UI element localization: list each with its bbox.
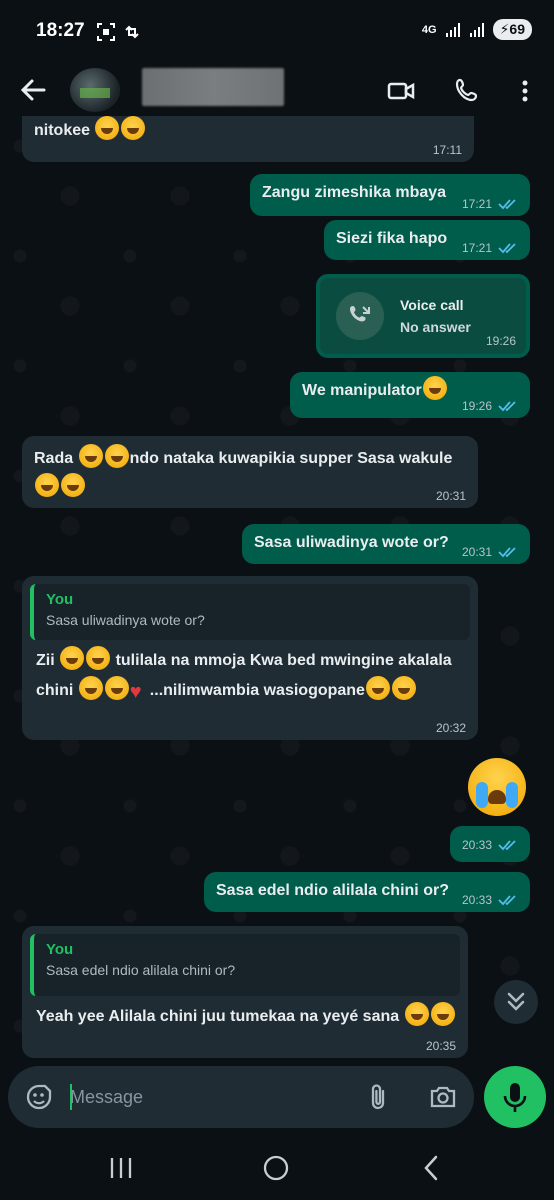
home-icon[interactable] xyxy=(262,1154,290,1182)
quote-author: You xyxy=(46,941,74,958)
loudly-crying-face-emoji[interactable] xyxy=(468,758,526,816)
voice-record-button[interactable] xyxy=(484,1066,546,1128)
read-ticks-icon xyxy=(498,199,516,210)
camera-icon[interactable] xyxy=(428,1082,458,1112)
laughing-emoji xyxy=(365,676,390,700)
screenshot-icon xyxy=(97,23,115,41)
laughing-emoji xyxy=(78,676,103,700)
message-outgoing-time[interactable]: 20:33 xyxy=(450,826,530,862)
status-notification-icons xyxy=(96,22,142,42)
sync-icon xyxy=(125,25,139,39)
message-text: ndo nataka kuwapikia supper Sasa wakule xyxy=(129,450,453,467)
laughing-emoji xyxy=(86,646,111,670)
message-text: We manipulator xyxy=(302,382,422,399)
message-outgoing[interactable]: Zangu zimeshika mbaya 17:21 xyxy=(250,174,530,216)
message-time: 20:33 xyxy=(461,893,492,907)
call-title: Voice call xyxy=(400,297,464,313)
message-text: Yeah yee Alilala chini juu tumekaa na ye… xyxy=(36,1008,400,1025)
missed-call-icon xyxy=(336,292,384,340)
message-text: chini xyxy=(36,682,74,699)
message-composer xyxy=(8,1066,474,1128)
laughing-emoji xyxy=(104,444,129,468)
message-outgoing[interactable]: Sasa edel ndio alilala chini or? 20:33 xyxy=(204,872,530,912)
quote-text: Sasa uliwadinya wote or? xyxy=(46,612,205,628)
double-chevron-down-icon xyxy=(507,992,525,1011)
message-text: Zii xyxy=(36,652,55,669)
laughing-emoji xyxy=(404,1002,429,1026)
message-time: 19:26 xyxy=(485,334,516,348)
microphone-icon xyxy=(503,1083,527,1112)
quote-author: You xyxy=(46,591,74,608)
message-outgoing[interactable]: Sasa uliwadinya wote or? 20:31 xyxy=(242,524,530,564)
attach-icon[interactable] xyxy=(364,1082,394,1112)
chat-area[interactable]: nitokee 17:11 Zangu zimeshika mbaya 17:2… xyxy=(0,116,554,1064)
broken-heart-emoji: ♥ xyxy=(129,681,142,703)
sticker-icon[interactable] xyxy=(24,1082,54,1112)
signal-icon xyxy=(469,22,484,37)
video-call-icon[interactable] xyxy=(386,76,416,106)
message-incoming[interactable]: nitokee 17:11 xyxy=(22,116,474,162)
message-outgoing-call[interactable]: Voice call No answer 19:26 xyxy=(316,274,530,358)
laughing-emoji xyxy=(104,676,129,700)
message-incoming-reply[interactable]: You Sasa edel ndio alilala chini or? Yea… xyxy=(22,926,468,1058)
message-outgoing[interactable]: Siezi fika hapo 17:21 xyxy=(324,220,530,260)
laughing-emoji xyxy=(35,473,59,497)
read-ticks-icon xyxy=(498,547,516,558)
contact-name-redacted[interactable] xyxy=(142,68,284,106)
message-input[interactable] xyxy=(70,1080,360,1114)
message-incoming[interactable]: Rada ndo nataka kuwapikia supper Sasa wa… xyxy=(22,436,478,508)
message-time: 17:21 xyxy=(461,197,492,211)
message-time: 20:33 xyxy=(461,838,492,852)
laughing-emoji xyxy=(95,116,120,140)
battery-level: 69 xyxy=(509,21,525,37)
network-type: 4G xyxy=(421,23,437,36)
message-text: tulilala na mmoja Kwa bed mwingine akala… xyxy=(115,652,452,669)
quoted-message[interactable]: You Sasa edel ndio alilala chini or? xyxy=(30,934,460,996)
message-time: 20:35 xyxy=(425,1039,456,1053)
laughing-emoji xyxy=(391,676,416,700)
more-vert-icon[interactable] xyxy=(510,76,540,106)
message-time: 19:26 xyxy=(461,399,492,413)
scroll-to-bottom-button[interactable] xyxy=(494,980,538,1024)
message-time: 17:11 xyxy=(432,143,462,157)
message-outgoing[interactable]: We manipulator 19:26 xyxy=(290,372,530,418)
message-time: 20:32 xyxy=(435,721,466,735)
message-text: ...nilimwambia wasiogopane xyxy=(149,682,365,699)
message-time: 17:21 xyxy=(461,241,492,255)
read-ticks-icon xyxy=(498,840,516,851)
read-ticks-icon xyxy=(498,243,516,254)
voice-call-card[interactable]: Voice call No answer 19:26 xyxy=(320,278,526,354)
message-time: 20:31 xyxy=(435,489,466,503)
laughing-emoji xyxy=(78,444,103,468)
message-incoming-reply[interactable]: You Sasa uliwadinya wote or? Zii tulilal… xyxy=(22,576,478,740)
system-navigation-bar xyxy=(0,1136,554,1200)
laughing-emoji xyxy=(430,1002,455,1026)
read-ticks-icon xyxy=(498,895,516,906)
back-arrow-icon[interactable] xyxy=(18,76,48,104)
battery-indicator: ⚡69 xyxy=(492,19,532,40)
back-nav-icon[interactable] xyxy=(420,1154,444,1182)
read-ticks-icon xyxy=(498,401,516,412)
call-status: No answer xyxy=(400,319,471,335)
avatar[interactable] xyxy=(70,68,120,112)
laughing-emoji xyxy=(121,116,146,140)
quoted-message[interactable]: You Sasa uliwadinya wote or? xyxy=(30,584,470,640)
message-time: 20:31 xyxy=(461,545,492,559)
laughing-emoji xyxy=(61,473,85,497)
status-bar: 18:27 4G ⚡69 xyxy=(0,0,554,64)
laughing-emoji xyxy=(422,376,447,400)
laughing-emoji xyxy=(60,646,85,670)
recent-apps-icon[interactable] xyxy=(108,1156,134,1180)
phone-icon[interactable] xyxy=(453,76,483,106)
signal-icon xyxy=(445,22,460,37)
message-text: Rada xyxy=(34,450,74,467)
message-text: nitokee xyxy=(34,122,91,139)
status-time: 18:27 xyxy=(36,20,85,41)
chat-header xyxy=(0,64,554,116)
quote-text: Sasa edel ndio alilala chini or? xyxy=(46,962,236,978)
